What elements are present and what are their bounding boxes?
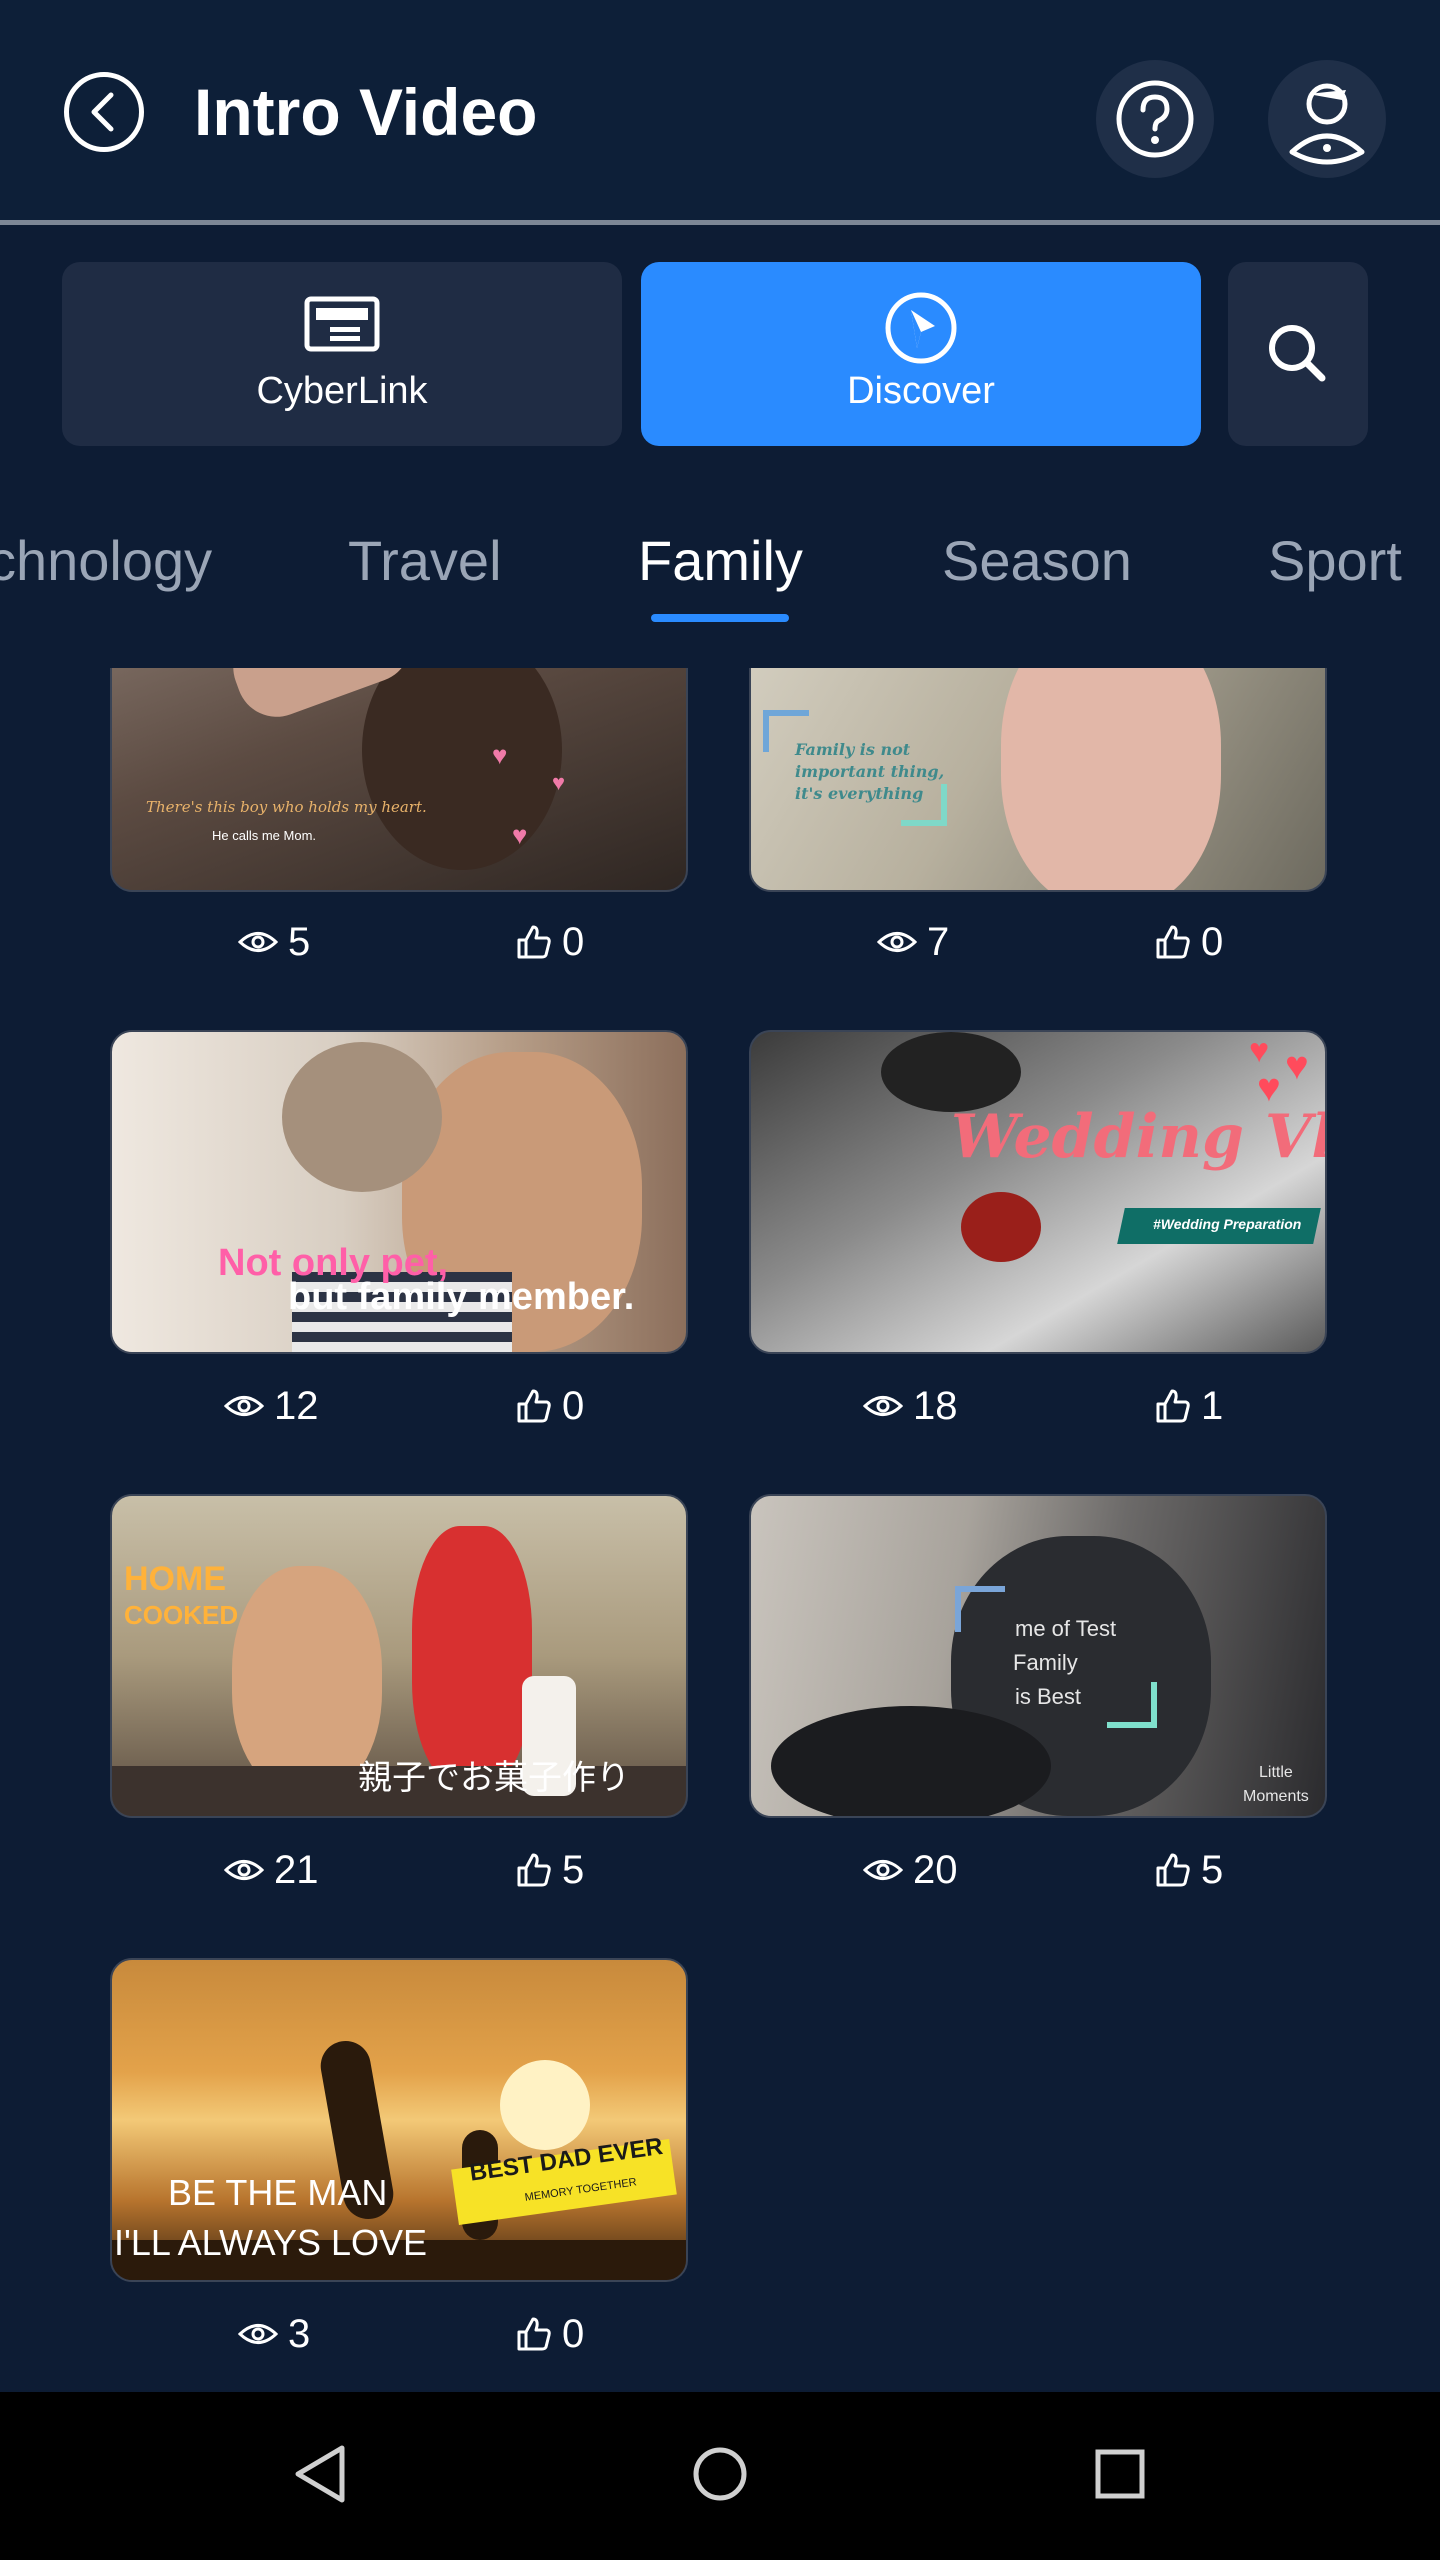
thumbnail-caption: #Wedding Preparation <box>1153 1216 1302 1232</box>
help-button[interactable] <box>1096 60 1214 178</box>
thumbs-up-icon <box>517 1853 551 1887</box>
nav-home-icon[interactable] <box>690 2442 750 2506</box>
like-count: 0 <box>1155 918 1223 966</box>
thumbs-up-icon <box>517 2317 551 2351</box>
active-tab-indicator <box>651 614 789 622</box>
eye-icon <box>224 1396 264 1416</box>
nav-recents-icon[interactable] <box>1090 2442 1150 2506</box>
thumbnail-caption: but family member. <box>288 1276 635 1318</box>
question-icon <box>1116 80 1194 158</box>
back-button[interactable] <box>64 72 144 152</box>
heart-icon: ♥ <box>1257 1066 1281 1110</box>
thumbnail-caption: He calls me Mom. <box>212 828 317 843</box>
thumbnail-caption: Moments <box>1243 1788 1309 1805</box>
thumbs-up-icon <box>517 1389 551 1423</box>
like-count: 5 <box>1155 1846 1223 1894</box>
thumbs-up-icon <box>1156 925 1190 959</box>
view-count: 21 <box>224 1846 319 1894</box>
thumbs-up-icon <box>1156 1389 1190 1423</box>
thumbnail-caption: Wedding Vlog <box>951 1102 1325 1172</box>
category-tab-family[interactable]: Family <box>638 528 803 594</box>
profile-button[interactable] <box>1268 60 1386 178</box>
like-count: 5 <box>516 1846 584 1894</box>
video-thumbnail[interactable]: Not only pet, but family member. <box>110 1030 688 1354</box>
thumbnail-caption: I'LL ALWAYS LOVE <box>114 2222 428 2263</box>
discover-label: Discover <box>847 370 995 412</box>
cyberlink-label: CyberLink <box>256 370 428 412</box>
thumbnail-caption: Family <box>1013 1650 1078 1675</box>
thumbnail-caption: important thing, <box>795 762 945 781</box>
thumbs-up-icon <box>1156 1853 1190 1887</box>
thumbnail-caption: HOME <box>124 1560 226 1598</box>
category-tab-travel[interactable]: Travel <box>348 528 502 594</box>
system-nav-bar <box>0 2392 1440 2560</box>
view-count: 7 <box>877 918 949 966</box>
video-thumbnail[interactable]: HOME COOKED 親子でお菓子作り <box>110 1494 688 1818</box>
video-grid: There's this boy who holds my heart. He … <box>0 668 1440 2392</box>
view-count: 3 <box>238 2310 310 2358</box>
like-count: 0 <box>516 2310 584 2358</box>
like-count: 0 <box>516 918 584 966</box>
eye-icon <box>863 1396 903 1416</box>
thumbnail-caption: Family is not <box>795 740 911 759</box>
eye-icon <box>863 1860 903 1880</box>
search-button[interactable] <box>1228 262 1368 446</box>
user-avatar-icon <box>1289 83 1365 165</box>
video-thumbnail[interactable]: me of Test Family is Best Little Moments <box>749 1494 1327 1818</box>
video-thumbnail[interactable]: There's this boy who holds my heart. He … <box>110 668 688 892</box>
eye-icon <box>877 932 917 952</box>
video-thumbnail[interactable]: Family is not important thing, it's ever… <box>749 668 1327 892</box>
thumbnail-caption: There's this boy who holds my heart. <box>146 798 427 816</box>
thumbnail-caption: is Best <box>1015 1684 1082 1709</box>
like-count: 0 <box>516 1382 584 1430</box>
discover-icon <box>885 292 957 364</box>
thumbnail-caption: 親子でお菓子作り <box>358 1759 630 1797</box>
thumbnail-caption: Little <box>1259 1764 1293 1781</box>
view-count: 12 <box>224 1382 319 1430</box>
template-icon <box>304 296 380 352</box>
search-icon <box>1269 325 1326 382</box>
heart-icon: ♥ <box>1285 1044 1309 1088</box>
heart-icon: ♥ <box>492 740 508 770</box>
category-tab-sport[interactable]: Sport <box>1268 528 1402 594</box>
view-count: 18 <box>863 1382 958 1430</box>
chevron-left-icon <box>91 92 114 132</box>
category-tab-technology[interactable]: chnology <box>0 528 212 594</box>
video-thumbnail[interactable]: Wedding Vlog #Wedding Preparation ♥ ♥ ♥ <box>749 1030 1327 1354</box>
heart-icon: ♥ <box>552 770 566 795</box>
thumbs-up-icon <box>517 925 551 959</box>
like-count: 1 <box>1155 1382 1223 1430</box>
thumbnail-caption: me of Test <box>1015 1616 1117 1641</box>
thumbnail-caption: it's everything <box>795 784 924 803</box>
header-divider <box>0 220 1440 225</box>
view-count: 5 <box>238 918 310 966</box>
eye-icon <box>238 2324 278 2344</box>
thumbnail-caption: BE THE MAN <box>168 2172 388 2213</box>
video-thumbnail[interactable]: BE THE MAN I'LL ALWAYS LOVE BEST DAD EVE… <box>110 1958 688 2282</box>
heart-icon: ♥ <box>512 820 528 850</box>
view-count: 20 <box>863 1846 958 1894</box>
thumbnail-caption: COOKED <box>124 1600 239 1630</box>
discover-tab[interactable]: Discover <box>641 262 1201 446</box>
nav-back-icon[interactable] <box>290 2442 350 2506</box>
eye-icon <box>238 932 278 952</box>
eye-icon <box>224 1860 264 1880</box>
category-tab-season[interactable]: Season <box>942 528 1132 594</box>
cyberlink-tab[interactable]: CyberLink <box>62 262 622 446</box>
page-title: Intro Video <box>194 75 538 149</box>
